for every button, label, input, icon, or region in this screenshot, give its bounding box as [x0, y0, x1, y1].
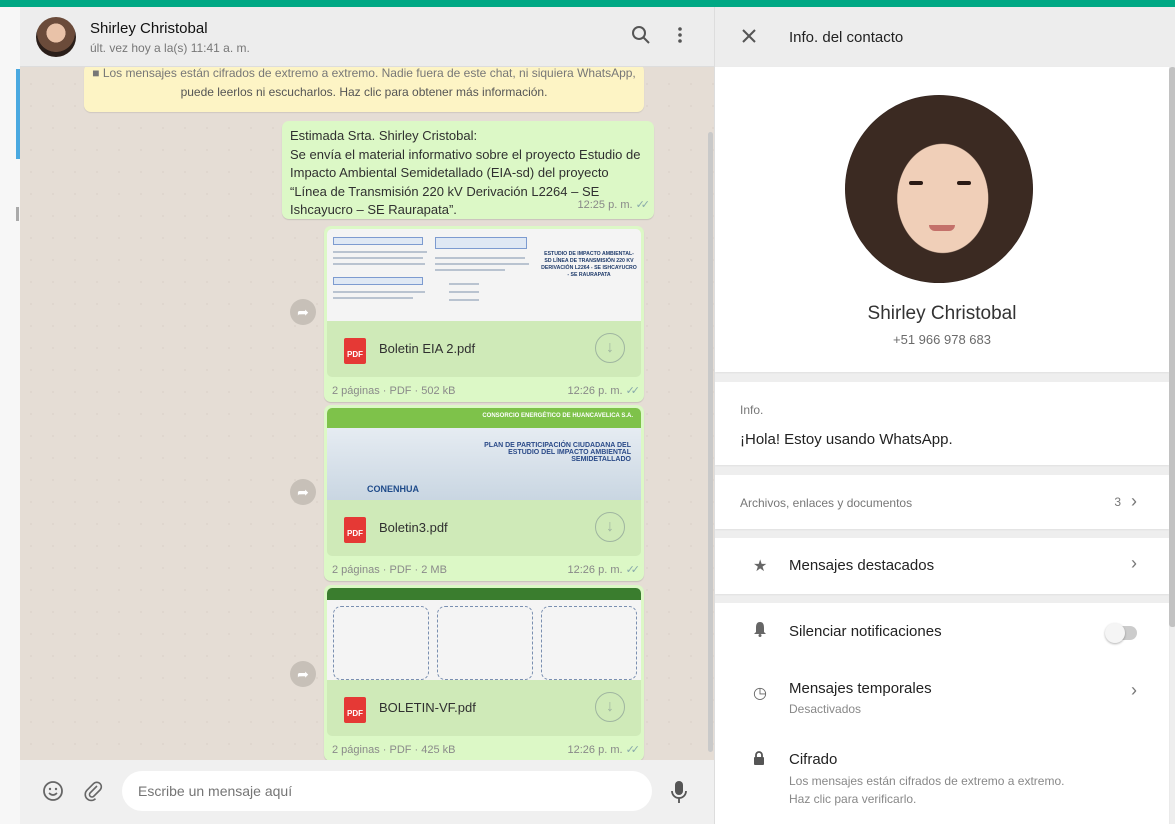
- message-composer: [20, 760, 714, 824]
- chat-pane: Shirley Christobal últ. vez hoy a la(s) …: [20, 7, 714, 824]
- left-window-edge: [0, 7, 20, 824]
- document-thumbnail[interactable]: [327, 588, 641, 680]
- disappearing-label: Mensajes temporales: [789, 680, 932, 697]
- document-file-row[interactable]: PDF Boletin3.pdf ↓: [327, 500, 641, 556]
- document-filename: BOLETIN-VF.pdf: [379, 700, 476, 715]
- message-time: 12:26 p. m. ✓✓: [567, 564, 641, 576]
- emoji-icon[interactable]: [42, 780, 64, 808]
- disappearing-sub: Desactivados: [789, 702, 862, 716]
- bell-icon: [753, 621, 767, 642]
- forward-icon[interactable]: ➦: [290, 661, 316, 687]
- starred-messages-row[interactable]: ★ Mensajes destacados ›: [715, 538, 1169, 594]
- mute-label: Silenciar notificaciones: [789, 623, 942, 640]
- document-filename: Boletin3.pdf: [379, 520, 448, 535]
- search-icon[interactable]: [631, 25, 651, 51]
- message-input[interactable]: [122, 771, 652, 811]
- thumbnail-title: PLAN DE PARTICIPACIÓN CIUDADANA DEL ESTU…: [484, 442, 631, 463]
- outgoing-message[interactable]: Estimada Srta. Shirley Cristobal: Se env…: [282, 121, 654, 219]
- document-message[interactable]: PDF BOLETIN-VF.pdf ↓ 2 páginas · PDF · 4…: [324, 585, 644, 761]
- settings-card: Silenciar notificaciones ◷ Mensajes temp…: [715, 603, 1169, 824]
- document-file-row[interactable]: PDF Boletin EIA 2.pdf ↓: [327, 321, 641, 377]
- profile-card: Shirley Christobal +51 966 978 683: [715, 67, 1169, 372]
- profile-photo[interactable]: [845, 95, 1033, 283]
- last-seen-status: últ. vez hoy a la(s) 11:41 a. m.: [90, 41, 250, 55]
- thumbnail-title: ESTUDIO DE IMPACTO AMBIENTAL-SD LÍNEA DE…: [541, 251, 637, 278]
- thumbnail-logo: CONENHUA: [367, 484, 420, 494]
- document-meta: 2 páginas · PDF · 2 MB: [332, 564, 447, 576]
- message-time: 12:25 p. m. ✓✓: [577, 198, 651, 211]
- document-meta: 2 páginas · PDF · 425 kB: [332, 744, 456, 756]
- mute-toggle[interactable]: [1105, 623, 1137, 643]
- forward-icon[interactable]: ➦: [290, 299, 316, 325]
- timer-icon: ◷: [753, 685, 767, 702]
- edge-mark: [16, 207, 19, 221]
- media-count: 3: [1114, 495, 1121, 509]
- read-ticks-icon: ✓✓: [625, 385, 641, 397]
- media-row[interactable]: Archivos, enlaces y documentos 3 ›: [715, 475, 1169, 529]
- download-icon[interactable]: ↓: [595, 512, 625, 542]
- document-thumbnail[interactable]: ESTUDIO DE IMPACTO AMBIENTAL-SD LÍNEA DE…: [327, 229, 641, 321]
- chat-scrollbar[interactable]: [708, 132, 713, 752]
- document-file-row[interactable]: PDF BOLETIN-VF.pdf ↓: [327, 680, 641, 736]
- encryption-notice-line2: puede leerlos ni escucharlos. Haz clic p…: [180, 85, 548, 99]
- encryption-sub2: Haz clic para verificarlo.: [789, 792, 917, 806]
- chevron-right-icon: ›: [1131, 553, 1137, 573]
- chat-header[interactable]: Shirley Christobal últ. vez hoy a la(s) …: [20, 7, 714, 67]
- pdf-icon: PDF: [344, 338, 366, 364]
- document-filename: Boletin EIA 2.pdf: [379, 341, 476, 356]
- pdf-icon: PDF: [344, 697, 366, 723]
- thumbnail-header-band: [327, 588, 641, 600]
- menu-icon[interactable]: [670, 25, 690, 51]
- encryption-notice[interactable]: ■ Los mensajes están cifrados de extremo…: [84, 64, 644, 112]
- contact-info-pane: Info. del contacto Shirley Christobal +5…: [714, 7, 1175, 824]
- profile-name: Shirley Christobal: [867, 303, 1017, 324]
- about-label: Info.: [740, 403, 764, 417]
- read-ticks-icon: ✓✓: [625, 564, 641, 576]
- document-meta: 2 páginas · PDF · 502 kB: [332, 385, 456, 397]
- contact-info-header: Info. del contacto: [715, 7, 1175, 67]
- info-scrollbar[interactable]: [1169, 67, 1175, 627]
- document-message[interactable]: CONSORCIO ENERGÉTICO DE HUANCAVELICA S.A…: [324, 405, 644, 581]
- chevron-right-icon: ›: [1131, 680, 1137, 700]
- contact-info-title: Info. del contacto: [789, 29, 904, 46]
- about-text: ¡Hola! Estoy usando WhatsApp.: [740, 431, 953, 448]
- about-card: Info. ¡Hola! Estoy usando WhatsApp.: [715, 382, 1169, 465]
- star-icon: ★: [753, 558, 768, 575]
- download-icon[interactable]: ↓: [595, 692, 625, 722]
- starred-messages-label: Mensajes destacados: [789, 557, 935, 574]
- document-thumbnail[interactable]: CONSORCIO ENERGÉTICO DE HUANCAVELICA S.A…: [327, 408, 641, 500]
- encryption-label: Cifrado: [789, 751, 838, 768]
- forward-icon[interactable]: ➦: [290, 479, 316, 505]
- document-message[interactable]: ESTUDIO DE IMPACTO AMBIENTAL-SD LÍNEA DE…: [324, 226, 644, 402]
- media-label: Archivos, enlaces y documentos: [740, 496, 913, 510]
- profile-phone: +51 966 978 683: [893, 332, 991, 347]
- message-time: 12:26 p. m. ✓✓: [567, 744, 641, 756]
- attach-icon[interactable]: [82, 780, 104, 808]
- contact-avatar[interactable]: [36, 17, 76, 57]
- close-icon[interactable]: [741, 24, 757, 50]
- message-time: 12:26 p. m. ✓✓: [567, 385, 641, 397]
- top-accent-bar: [0, 0, 1175, 7]
- thumbnail-header: CONSORCIO ENERGÉTICO DE HUANCAVELICA S.A…: [482, 413, 633, 419]
- mic-icon[interactable]: [670, 780, 688, 810]
- lock-icon: [753, 751, 765, 771]
- encryption-sub1: Los mensajes están cifrados de extremo a…: [789, 774, 1065, 788]
- download-icon[interactable]: ↓: [595, 333, 625, 363]
- chevron-right-icon: ›: [1131, 491, 1137, 511]
- pdf-icon: PDF: [344, 517, 366, 543]
- thumbnail-cover: PLAN DE PARTICIPACIÓN CIUDADANA DEL ESTU…: [327, 428, 641, 500]
- read-ticks-icon: ✓✓: [625, 744, 641, 756]
- contact-name[interactable]: Shirley Christobal: [90, 20, 208, 37]
- read-ticks-icon: ✓✓: [635, 198, 651, 211]
